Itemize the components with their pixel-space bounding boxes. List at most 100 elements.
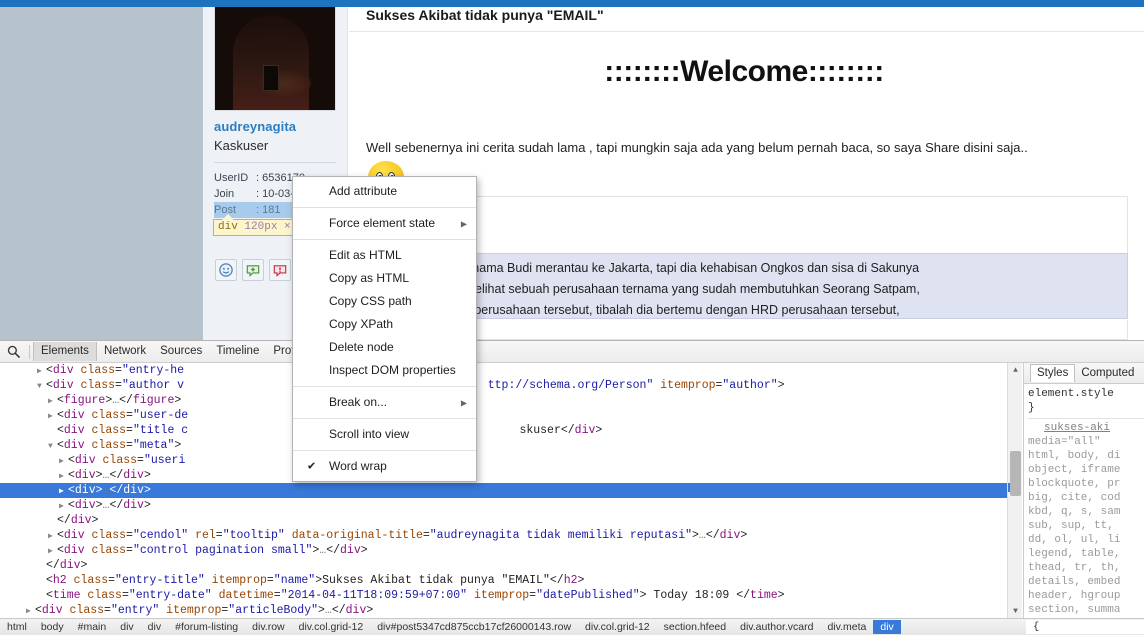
dom-node[interactable]: ▶ <div class="user-de (0, 408, 1022, 423)
dom-node[interactable]: ▶ <div class="cendol" rel="tooltip" data-… (0, 528, 1022, 543)
tab-elements[interactable]: Elements (33, 342, 97, 361)
tooltip-tag-name: div (218, 221, 238, 233)
devtools-toolbar: Elements Network Sources Timeline Profile (0, 341, 1144, 363)
author-divider (214, 162, 336, 163)
breadcrumb-item[interactable]: div#post5347cd875ccb17cf26000143.row (370, 620, 578, 634)
context-menu-item-delete-node[interactable]: Delete node (293, 336, 476, 359)
breadcrumb-item[interactable]: div (141, 620, 168, 634)
devtools-body: ▶ <div class="entry-he ▼ <div class="author… (0, 363, 1144, 619)
context-menu-item-inspect-dom-properties[interactable]: Inspect DOM properties (293, 359, 476, 382)
reputation-buttons (215, 259, 291, 281)
breadcrumb-item[interactable]: div (873, 620, 901, 634)
context-menu-item-break-on[interactable]: Break on... ▶ (293, 391, 476, 414)
avatar-image (215, 7, 335, 110)
disclosure-triangle-icon[interactable] (37, 559, 46, 574)
dom-node[interactable]: <div class="title c skuser</div> (0, 423, 1022, 438)
disclosure-triangle-icon[interactable]: ▶ (37, 364, 46, 379)
disclosure-triangle-icon[interactable]: ▶ (59, 454, 68, 469)
scroll-up-icon[interactable]: ▲ (1008, 363, 1022, 378)
breadcrumb-item[interactable]: div (113, 620, 140, 634)
styles-pane[interactable]: Styles Computed element.style } sukses-ak… (1023, 363, 1144, 619)
disclosure-triangle-icon[interactable]: ▶ (48, 394, 57, 409)
tab-sources[interactable]: Sources (153, 342, 209, 361)
search-icon[interactable] (0, 341, 26, 363)
scroll-down-icon[interactable]: ▼ (1008, 604, 1022, 619)
tab-timeline[interactable]: Timeline (209, 342, 266, 361)
scrollbar-thumb[interactable] (1010, 451, 1021, 496)
context-menu-item-scroll-into-view[interactable]: Scroll into view (293, 423, 476, 446)
rule-stylesheet-link[interactable]: sukses-aki (1028, 421, 1144, 435)
dom-node[interactable]: </div> (0, 558, 1022, 573)
breadcrumb-item[interactable]: body (34, 620, 71, 634)
dom-node[interactable]: ▼ <div class="meta"> (0, 438, 1022, 453)
context-menu-item-word-wrap[interactable]: ✔ Word wrap (293, 455, 476, 478)
disclosure-triangle-icon[interactable]: ▼ (48, 439, 57, 454)
disclosure-triangle-icon[interactable]: ▶ (59, 484, 68, 499)
dom-node[interactable]: ▶ <div class="entry" itemprop="articleBod… (0, 603, 1022, 618)
disclosure-triangle-icon[interactable]: ▶ (48, 409, 57, 424)
context-menu-separator (293, 239, 476, 240)
styles-tab-styles[interactable]: Styles (1030, 364, 1076, 382)
context-menu-item-label: Edit as HTML (329, 248, 402, 262)
page-title: Sukses Akibat tidak punya "EMAIL" (366, 7, 604, 23)
disclosure-triangle-icon[interactable] (37, 574, 46, 589)
rule-selector-line: kbd, q, s, sam (1028, 506, 1121, 518)
disclosure-triangle-icon[interactable]: ▶ (59, 469, 68, 484)
dom-tree-pane[interactable]: ▶ <div class="entry-he ▼ <div class="author… (0, 363, 1022, 619)
context-menu-item-copy-xpath[interactable]: Copy XPath (293, 313, 476, 336)
report-icon[interactable] (269, 259, 291, 281)
tab-network[interactable]: Network (97, 342, 153, 361)
smiley-icon[interactable] (215, 259, 237, 281)
title-divider (349, 31, 1144, 32)
quote-line: seorang yang bernama Budi merantau ke Ja… (375, 261, 920, 275)
dom-node[interactable]: ▶ <div>…</div> (0, 468, 1022, 483)
disclosure-triangle-icon[interactable]: ▶ (48, 544, 57, 559)
disclosure-triangle-icon[interactable] (48, 514, 57, 529)
element-style-selector[interactable]: element.style (1028, 387, 1144, 401)
breadcrumb-item[interactable]: div.author.vcard (733, 620, 820, 634)
disclosure-triangle-icon[interactable]: ▶ (26, 604, 35, 619)
author-username[interactable]: audreynagita (214, 119, 296, 134)
context-menu-item-copy-as-html[interactable]: Copy as HTML (293, 267, 476, 290)
dom-context-menu[interactable]: Add attribute Force element state ▶ Edit as… (292, 176, 477, 482)
inspector-dimension-tooltip: div 120px × (213, 214, 296, 236)
disclosure-triangle-icon[interactable]: ▼ (37, 379, 46, 394)
devtools-screenshot-root: audreynagita Kaskuser UserID: 6536170 Joi… (0, 0, 1144, 635)
disclosure-triangle-icon[interactable] (37, 589, 46, 604)
context-menu-item-add-attribute[interactable]: Add attribute (293, 180, 476, 203)
dom-node[interactable]: ▶ <div>…</div> (0, 498, 1022, 513)
rule-selector-line: big, cite, cod (1028, 492, 1121, 504)
disclosure-triangle-icon[interactable] (48, 424, 57, 439)
breadcrumb: html body #main div div #forum-listing div.row… (0, 618, 1144, 635)
dom-node[interactable]: </div> (0, 513, 1022, 528)
dom-node[interactable]: ▼ <div class="author v ttp://schema.org/P… (0, 378, 1022, 393)
context-menu-item-copy-css-path[interactable]: Copy CSS path (293, 290, 476, 313)
breadcrumb-item[interactable]: div.col.grid-12 (578, 620, 657, 634)
styles-tab-computed[interactable]: Computed (1075, 365, 1140, 382)
breadcrumb-item[interactable]: div.row (245, 620, 291, 634)
breadcrumb-item[interactable]: div.meta (820, 620, 873, 634)
dom-node[interactable]: <time class="entry-date" datetime="2014-… (0, 588, 1022, 603)
breadcrumb-item[interactable]: div.col.grid-12 (292, 620, 371, 634)
breadcrumb-item[interactable]: html (0, 620, 34, 634)
breadcrumb-item[interactable]: #forum-listing (168, 620, 245, 634)
breadcrumb-item[interactable]: section.hfeed (657, 620, 733, 634)
dom-node-selected[interactable]: ▶ <div>…</div> (0, 483, 1022, 498)
breadcrumb-item[interactable]: #main (71, 620, 114, 634)
dom-tree-scrollbar[interactable]: ▲ ▼ (1007, 363, 1022, 619)
disclosure-triangle-icon[interactable]: ▶ (59, 499, 68, 514)
context-menu-item-force-element-state[interactable]: Force element state ▶ (293, 212, 476, 235)
disclosure-triangle-icon[interactable]: ▶ (48, 529, 57, 544)
dom-node[interactable]: ▶ <figure>…</figure> (0, 393, 1022, 408)
dom-node[interactable]: ▶ <div class="useri (0, 453, 1022, 468)
dom-node[interactable]: ▶ <div class="entry-he (0, 363, 1022, 378)
add-reputation-icon[interactable] (242, 259, 264, 281)
avatar[interactable] (214, 7, 336, 111)
dom-node[interactable]: ▶ <div class="control pagination small">…… (0, 543, 1022, 558)
tooltip-dimensions: 120px (244, 221, 278, 233)
context-menu-item-edit-as-html[interactable]: Edit as HTML (293, 244, 476, 267)
dom-node[interactable]: <h2 class="entry-title" itemprop="name">… (0, 573, 1022, 588)
intro-paragraph: Well sebenernya ini cerita sudah lama , … (366, 140, 1028, 155)
quote-line: 5ribu saja. Budi melihat sebuah perusaha… (375, 282, 920, 296)
rule-selector-lines: html, body, di object, iframe blockquote, … (1028, 449, 1144, 617)
